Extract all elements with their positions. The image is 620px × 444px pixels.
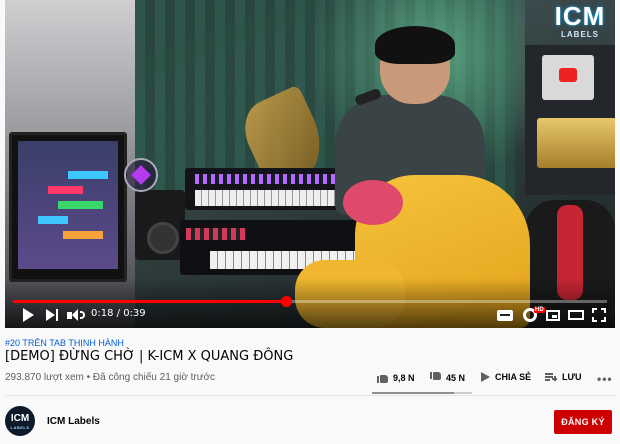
- next-button[interactable]: [43, 306, 61, 324]
- publish-date: Đã công chiếu 21 giờ trước: [92, 372, 216, 383]
- progress-bar[interactable]: [13, 296, 607, 307]
- share-icon: [481, 372, 490, 382]
- dislike-button[interactable]: 45 N: [430, 372, 465, 383]
- share-button[interactable]: CHIA SẺ: [481, 372, 531, 382]
- video-title: [DEMO] ĐỪNG CHỜ | K-ICM X QUANG ĐÔNG: [5, 349, 294, 364]
- like-button[interactable]: 9,8 N: [377, 372, 415, 383]
- video-player[interactable]: ICM LABELS 0:18 / 0:39 HD: [5, 0, 615, 328]
- time-separator: /: [113, 308, 124, 319]
- save-label: LƯU: [562, 372, 582, 382]
- channel-avatar[interactable]: ICM LABELS: [5, 406, 35, 436]
- captions-icon: [497, 309, 513, 321]
- view-separator: •: [83, 372, 93, 383]
- save-button[interactable]: LƯU: [545, 372, 581, 382]
- theater-mode-button[interactable]: [566, 306, 586, 324]
- video-frame-play-button-plaque: [542, 55, 594, 100]
- fullscreen-button[interactable]: [589, 306, 609, 324]
- view-count: 293.870 lượt xem: [5, 372, 84, 383]
- miniplayer-button[interactable]: [543, 306, 563, 324]
- video-frame-speaker: [135, 190, 185, 260]
- theater-icon: [568, 310, 584, 320]
- video-frame-pink-hair: [343, 180, 403, 225]
- current-time: 0:18: [91, 308, 114, 319]
- trending-hashtag[interactable]: #20 TRÊN TAB THỊNH HÀNH: [5, 338, 124, 348]
- divider: [5, 395, 615, 396]
- play-button[interactable]: [19, 306, 37, 324]
- save-icon: [545, 372, 557, 382]
- channel-watermark[interactable]: ICM LABELS: [547, 2, 613, 46]
- like-count: 9,8 N: [393, 372, 415, 383]
- dislike-count: 45 N: [446, 372, 466, 383]
- settings-button[interactable]: HD: [520, 306, 545, 324]
- view-info: 293.870 lượt xem • Đã công chiếu 21 giờ …: [5, 372, 215, 383]
- next-icon: [46, 309, 58, 321]
- captions-button[interactable]: [495, 306, 515, 324]
- channel-name[interactable]: ICM Labels: [47, 416, 100, 427]
- watermark-text: ICM: [554, 1, 606, 31]
- avatar-text: ICM: [10, 413, 30, 424]
- youtube-watch-page: ICM LABELS 0:18 / 0:39 HD #20 TRÊN TAB T…: [0, 0, 620, 444]
- settings-icon: HD: [523, 307, 545, 322]
- video-frame-synth-top: [185, 168, 355, 210]
- miniplayer-icon: [546, 309, 560, 321]
- like-ratio-fill: [372, 392, 454, 394]
- progress-bar-played: [13, 300, 287, 303]
- mute-button[interactable]: [67, 306, 85, 324]
- more-actions-button[interactable]: •••: [597, 372, 613, 386]
- video-frame-circle-logo: [124, 158, 158, 192]
- dislike-icon: [430, 372, 441, 383]
- play-icon: [22, 308, 34, 322]
- video-frame-award: [537, 118, 615, 168]
- time-display: 0:18 / 0:39: [91, 308, 146, 319]
- video-frame-monitor: [9, 132, 127, 282]
- volume-icon: [67, 309, 85, 321]
- video-frame-singer-hair: [375, 26, 455, 64]
- like-dislike-ratio-bar: [372, 392, 472, 394]
- watermark-subtext: LABELS: [561, 30, 599, 39]
- duration: 0:39: [123, 308, 146, 319]
- avatar-subtext: LABELS: [10, 425, 30, 430]
- subscribe-button[interactable]: ĐĂNG KÝ: [554, 410, 612, 434]
- like-icon: [377, 372, 388, 383]
- fullscreen-icon: [592, 308, 606, 322]
- share-label: CHIA SẺ: [495, 372, 532, 382]
